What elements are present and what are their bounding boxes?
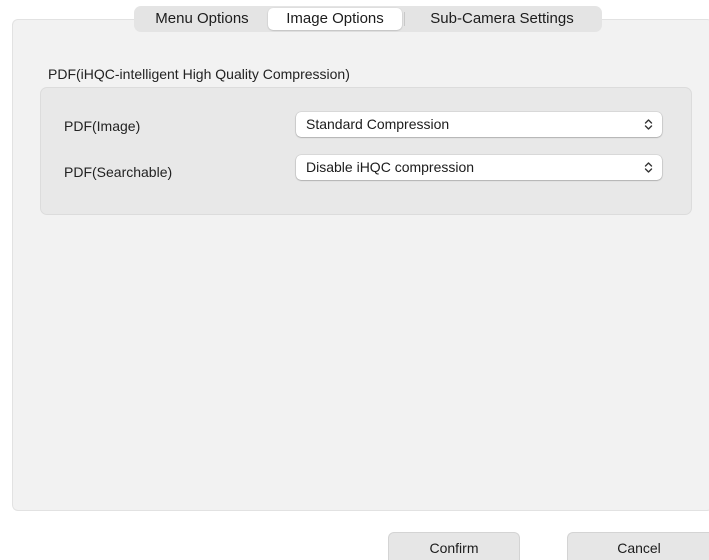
- tab-menu-options[interactable]: Menu Options: [138, 8, 266, 30]
- pdf-image-select[interactable]: Standard Compression: [296, 112, 662, 137]
- tab-sub-camera-settings[interactable]: Sub-Camera Settings: [406, 8, 598, 30]
- pdf-searchable-select-value: Disable iHQC compression: [306, 159, 475, 175]
- cancel-button[interactable]: Cancel: [567, 532, 709, 560]
- pdf-image-select-value: Standard Compression: [306, 116, 450, 132]
- tab-image-options[interactable]: Image Options: [268, 8, 402, 30]
- pdf-image-label: PDF(Image): [64, 118, 141, 134]
- chevron-up-down-icon: [644, 162, 653, 173]
- chevron-up-down-icon: [644, 119, 653, 130]
- pdf-searchable-label: PDF(Searchable): [64, 164, 173, 180]
- pdf-searchable-select[interactable]: Disable iHQC compression: [296, 155, 662, 180]
- tab-bar: Menu Options Image Options Sub-Camera Se…: [134, 6, 602, 32]
- confirm-button[interactable]: Confirm: [388, 532, 520, 560]
- tab-separator: [404, 12, 405, 26]
- settings-window: Menu Options Image Options Sub-Camera Se…: [0, 0, 709, 560]
- pdf-group-title: PDF(iHQC-intelligent High Quality Compre…: [48, 66, 350, 82]
- pdf-group-box: [40, 87, 692, 215]
